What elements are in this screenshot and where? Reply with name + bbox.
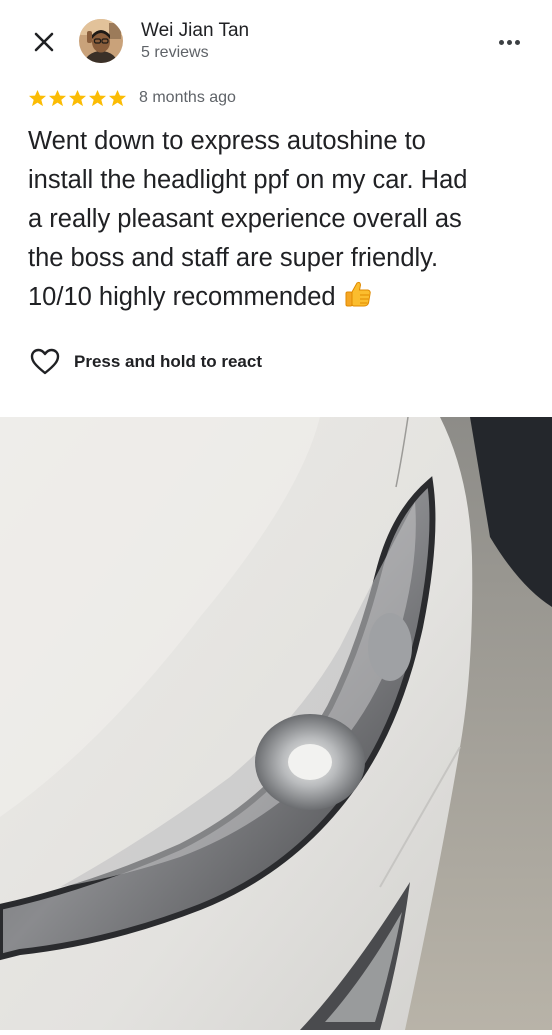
close-button[interactable] [30, 28, 58, 56]
react-button[interactable]: Press and hold to react [30, 346, 262, 378]
close-icon [34, 32, 54, 52]
star-icon [108, 89, 127, 106]
star-icon [48, 89, 67, 106]
review-header: Wei Jian Tan 5 reviews [0, 0, 552, 80]
star-icon [68, 89, 87, 106]
thumbs-up-emoji-icon [345, 281, 371, 307]
review-text-line: 10/10 highly recommended [28, 283, 336, 311]
react-label: Press and hold to react [74, 352, 262, 371]
reviewer-review-count: 5 reviews [141, 44, 209, 61]
review-text-line: a really pleasant experience overall as [28, 205, 462, 233]
rating-row: 8 months ago [28, 86, 236, 110]
more-options-button[interactable] [494, 30, 524, 54]
star-icon [28, 89, 47, 106]
star-rating [28, 89, 127, 108]
more-dots-icon [498, 39, 504, 45]
review-text-last-line: 10/10 highly recommended [28, 278, 528, 317]
review-text-line: Went down to express autoshine to [28, 127, 426, 155]
heart-outline-icon [30, 348, 60, 375]
star-icon [88, 89, 107, 106]
review-text: Went down to express autoshine to instal… [28, 122, 528, 317]
review-date: 8 months ago [139, 89, 236, 106]
reviewer-name[interactable]: Wei Jian Tan [141, 20, 249, 42]
review-text-line: install the headlight ppf on my car. Had [28, 166, 468, 194]
review-photo[interactable] [0, 416, 552, 1030]
review-text-line: the boss and staff are super friendly. [28, 244, 439, 272]
avatar[interactable] [79, 19, 123, 63]
